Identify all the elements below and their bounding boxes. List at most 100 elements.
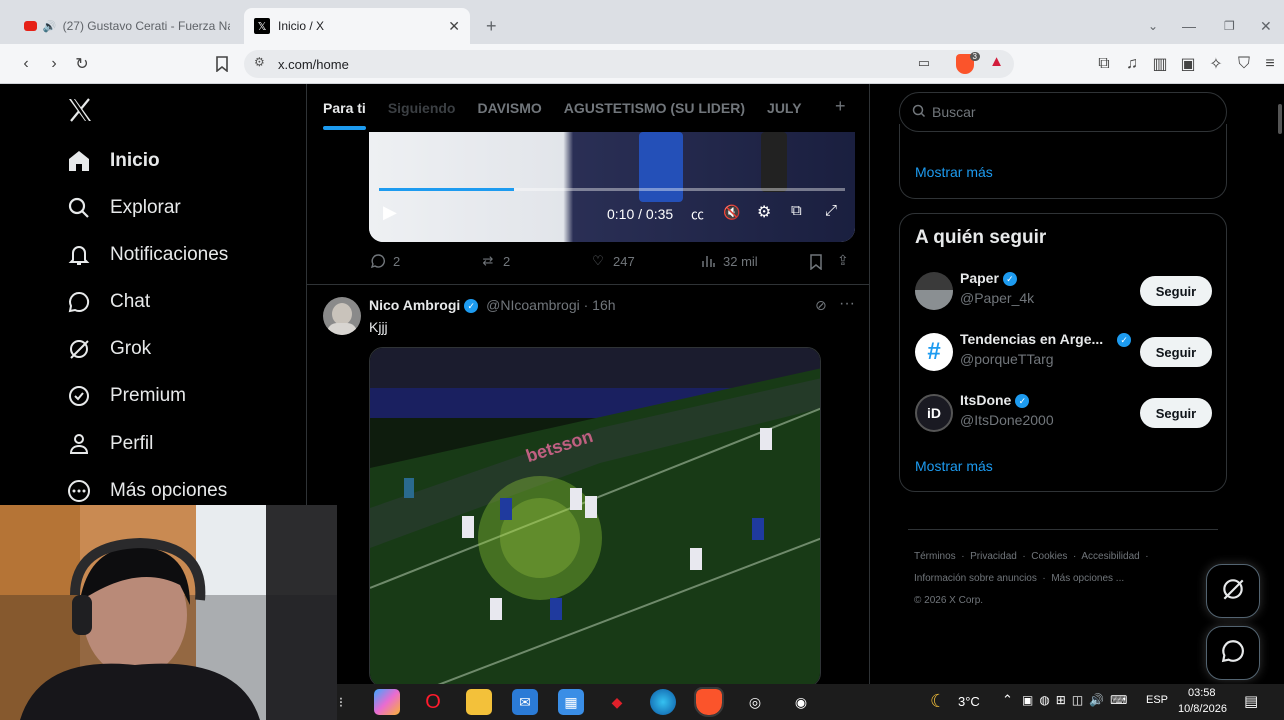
copilot-icon[interactable]	[374, 689, 400, 715]
author-name[interactable]: Nico Ambrogi	[369, 297, 460, 313]
tab-agustetismo[interactable]: AGUSTETISMO (SU LIDER)	[564, 100, 745, 116]
scrollbar[interactable]	[1278, 104, 1282, 134]
music-icon[interactable]: ♫	[1122, 54, 1142, 74]
close-tab-icon[interactable]: ✕	[448, 18, 460, 35]
menu-icon[interactable]: ≡	[1260, 54, 1280, 74]
nav-explore[interactable]: Explorar	[66, 190, 181, 226]
repost-icon: ⇄	[482, 253, 494, 268]
app-icon[interactable]: ◆	[604, 689, 630, 715]
site-info-icon[interactable]: ⚙	[254, 55, 265, 69]
show-more-link[interactable]: Mostrar más	[915, 458, 993, 474]
speaker-icon[interactable]: 🔊	[43, 20, 57, 33]
footer-link[interactable]: Privacidad	[970, 551, 1017, 562]
reload-icon[interactable]: ↻	[72, 54, 92, 74]
brave-icon[interactable]	[694, 687, 724, 717]
views-button[interactable]: 32 mil	[699, 252, 758, 270]
tab-youtube[interactable]: 🔊 (27) Gustavo Cerati - Fuerza Natu	[14, 8, 240, 44]
clock-date[interactable]: 10/8/2026	[1178, 703, 1227, 715]
forward-icon[interactable]: ›	[44, 54, 64, 74]
grok-float-button[interactable]	[1206, 564, 1260, 618]
sidebar-icon[interactable]: ▥	[1150, 54, 1170, 74]
fullscreen-icon[interactable]: ⤢	[825, 202, 837, 219]
tray-chevron-icon[interactable]: ⌃	[1002, 692, 1013, 708]
obs-icon[interactable]: ◎	[742, 689, 768, 715]
bookmark-icon[interactable]	[809, 254, 823, 273]
tab-para-ti[interactable]: Para ti	[323, 100, 366, 130]
footer-link[interactable]: Información sobre anuncios	[914, 573, 1037, 584]
video-progress-bar[interactable]	[379, 188, 845, 191]
captions-icon[interactable]: ㏄	[691, 204, 704, 223]
weather-icon[interactable]: ☾	[930, 691, 946, 712]
nav-notifications[interactable]: Notificaciones	[66, 237, 228, 273]
notifications-icon[interactable]: ▤	[1244, 692, 1258, 710]
opera-icon[interactable]: O	[420, 689, 446, 715]
follow-row[interactable]: # Tendencias en Arge... ✓ @porqueTTarg Se…	[915, 327, 1215, 377]
brave-rewards-icon[interactable]: ▲	[989, 53, 1004, 70]
nav-chat[interactable]: Chat	[66, 284, 150, 320]
video-player[interactable]: ▶ 0:10 / 0:35 ㏄ 🔇 ⚙ ⧉ ⤢	[369, 132, 855, 242]
nav-grok[interactable]: Grok	[66, 331, 151, 367]
window-close-icon[interactable]: ✕	[1250, 8, 1282, 44]
tab-x[interactable]: 𝕏 Inicio / X ✕	[244, 8, 470, 44]
tab-siguiendo[interactable]: Siguiendo	[388, 100, 456, 116]
footer-link[interactable]: Cookies	[1031, 551, 1067, 562]
follow-row[interactable]: Paper ✓ @Paper_4k Seguir	[915, 266, 1215, 316]
tweet-time[interactable]: · 16h	[584, 297, 616, 313]
restore-icon[interactable]: ❐	[1214, 8, 1245, 44]
avatar[interactable]	[915, 272, 953, 310]
app2-icon[interactable]: ◉	[788, 689, 814, 715]
nav-profile[interactable]: Perfil	[66, 426, 153, 462]
play-icon[interactable]: ▶	[383, 202, 397, 223]
repost-button[interactable]: ⇄ 2	[479, 252, 511, 270]
x-logo-icon[interactable]	[66, 96, 94, 124]
minimize-icon[interactable]: —	[1172, 8, 1206, 44]
follow-button[interactable]: Seguir	[1140, 398, 1212, 428]
avatar[interactable]	[323, 297, 361, 335]
file-explorer-icon[interactable]	[466, 689, 492, 715]
tweet[interactable]: Nico Ambrogi ✓ @NIcoambrogi · 16h ⊘ ··· K…	[307, 284, 869, 684]
nav-more[interactable]: Más opciones	[66, 473, 227, 509]
edge-icon[interactable]	[650, 689, 676, 715]
more-options-icon[interactable]: ···	[839, 295, 855, 313]
tab-davismo[interactable]: DAVISMO	[477, 100, 541, 116]
show-more-link[interactable]: Mostrar más	[915, 164, 993, 180]
follow-row[interactable]: iD ItsDone ✓ @ItsDone2000 Seguir	[915, 388, 1215, 438]
back-icon[interactable]: ‹	[16, 54, 36, 74]
grok-icon[interactable]: ⊘	[815, 297, 827, 314]
settings-icon[interactable]: ⚙	[757, 202, 771, 222]
new-tab-button[interactable]: +	[476, 8, 507, 44]
language-indicator[interactable]: ESP	[1146, 694, 1168, 706]
tab-search-icon[interactable]: ⌄	[1138, 8, 1168, 44]
weather-temp[interactable]: 3°C	[958, 694, 980, 709]
add-tab-icon[interactable]: +	[835, 96, 846, 117]
mail-icon[interactable]: ✉	[512, 689, 538, 715]
like-button[interactable]: ♡ 247	[589, 252, 635, 270]
clock-time[interactable]: 03:58	[1188, 687, 1216, 699]
author-handle[interactable]: @NIcoambrogi	[486, 297, 580, 313]
chat-float-button[interactable]	[1206, 626, 1260, 680]
vpn-icon[interactable]: ⛉	[1234, 54, 1254, 74]
footer-link[interactable]: Accesibilidad	[1081, 551, 1139, 562]
ai-icon[interactable]: ✧	[1206, 54, 1226, 74]
reply-button[interactable]: 2	[369, 252, 400, 270]
address-bar[interactable]: ⚙ x.com/home ▭ 3 ▲	[244, 50, 1014, 78]
mute-icon[interactable]: 🔇	[723, 204, 740, 221]
tray-icons[interactable]: ▣◍⊞◫🔊⌨	[1022, 693, 1133, 707]
tab-july[interactable]: JULY	[767, 100, 802, 116]
store-icon[interactable]: ▦	[558, 689, 584, 715]
follow-button[interactable]: Seguir	[1140, 276, 1212, 306]
follow-button[interactable]: Seguir	[1140, 337, 1212, 367]
bookmark-icon[interactable]	[212, 54, 232, 74]
avatar[interactable]: iD	[915, 394, 953, 432]
extensions-icon[interactable]: ⧉	[1094, 54, 1114, 74]
nav-home[interactable]: Inicio	[66, 143, 160, 179]
nav-premium[interactable]: Premium	[66, 378, 186, 414]
pip-icon[interactable]: ⧉	[791, 202, 802, 219]
wallet-icon[interactable]: ▣	[1178, 54, 1198, 74]
video-player[interactable]: betsson	[369, 347, 821, 684]
footer-link[interactable]: Términos	[914, 551, 956, 562]
cast-icon[interactable]: ▭	[918, 55, 930, 71]
footer-link[interactable]: Más opciones ...	[1051, 573, 1124, 584]
hashtag-avatar-icon[interactable]: #	[915, 333, 953, 371]
share-icon[interactable]: ⇪	[837, 252, 849, 269]
